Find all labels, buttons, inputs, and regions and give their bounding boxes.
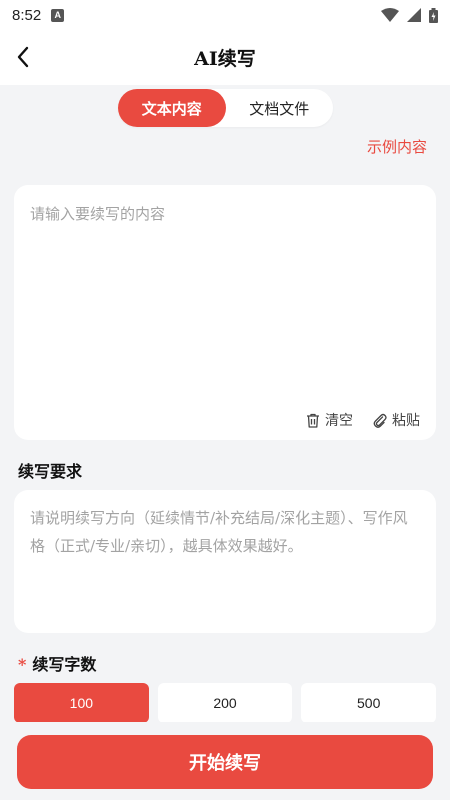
required-mark: * — [18, 655, 27, 674]
status-icons — [381, 7, 438, 23]
paste-button[interactable]: 粘贴 — [373, 410, 420, 430]
content-input[interactable] — [30, 203, 420, 393]
content-actions: 清空 粘贴 — [306, 410, 420, 430]
status-time: 8:52 — [12, 6, 42, 24]
word-count-options: 100 200 500 — [14, 683, 437, 723]
requirements-input[interactable] — [30, 504, 422, 619]
app-header: AI续写 — [0, 30, 450, 85]
word-count-option-100[interactable]: 100 — [14, 683, 149, 723]
back-button[interactable] — [8, 42, 38, 72]
example-content-link[interactable]: 示例内容 — [367, 136, 427, 157]
chevron-left-icon — [17, 46, 29, 68]
notification-badge: A — [51, 8, 65, 22]
wifi-icon — [381, 8, 399, 22]
word-count-option-500[interactable]: 500 — [301, 683, 437, 723]
content-card: 清空 粘贴 — [14, 185, 436, 440]
page-title: AI续写 — [194, 48, 256, 70]
status-bar: 8:52 A — [0, 0, 450, 30]
word-count-label: 续写字数 — [32, 655, 97, 674]
requirements-label: 续写要求 — [18, 462, 83, 481]
word-count-option-200[interactable]: 200 — [157, 683, 293, 723]
battery-icon — [429, 7, 438, 23]
tab-document-file[interactable]: 文档文件 — [226, 89, 334, 127]
trash-icon — [307, 413, 319, 428]
word-count-heading: * 续写字数 — [18, 651, 96, 675]
paste-label: 粘贴 — [392, 413, 420, 429]
signal-icon — [407, 8, 421, 22]
requirements-card — [14, 490, 436, 633]
clear-label: 清空 — [325, 413, 353, 429]
start-writing-button[interactable]: 开始续写 — [17, 735, 433, 789]
content-type-tabs: 文本内容 文档文件 — [118, 89, 333, 127]
paperclip-icon — [373, 413, 387, 428]
tab-text-content[interactable]: 文本内容 — [118, 89, 226, 127]
clear-button[interactable]: 清空 — [306, 410, 353, 430]
